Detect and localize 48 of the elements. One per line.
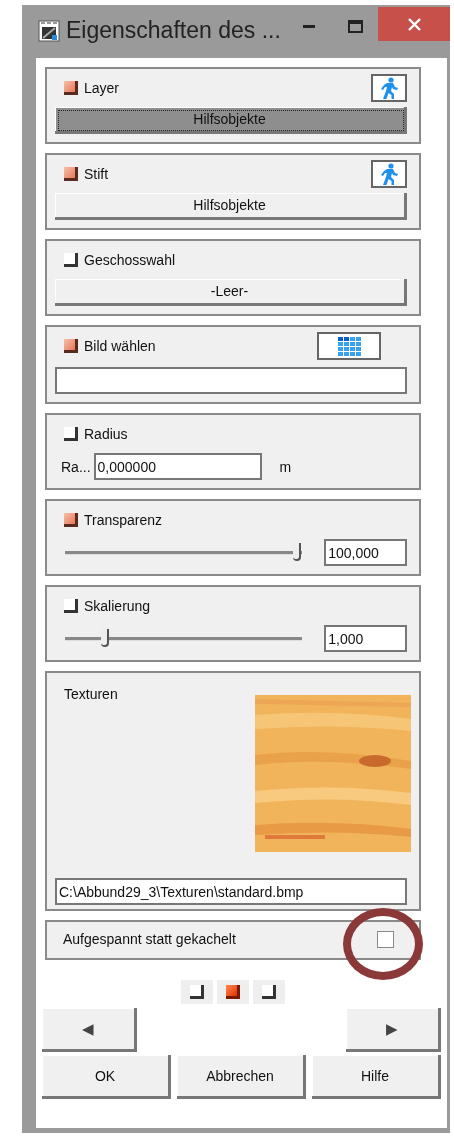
slider[interactable] [65, 542, 303, 563]
field-label: Ra... [61, 458, 91, 475]
window-title: Eigenschaften des ... [66, 16, 282, 44]
page-indicator[interactable] [181, 980, 213, 1004]
icon-button[interactable] [317, 332, 381, 360]
state-indicator[interactable] [64, 81, 78, 95]
section-label: Stift [84, 166, 110, 182]
slider[interactable] [65, 628, 303, 649]
section-label: Texturen [64, 686, 119, 702]
previous-button[interactable]: ◀ [42, 1008, 137, 1052]
page-indicator[interactable] [217, 980, 249, 1004]
dialog-button[interactable]: Hilfe [312, 1055, 441, 1099]
icon-button[interactable] [371, 74, 407, 102]
maximize-icon [347, 19, 363, 33]
section-label: Geschosswahl [84, 252, 177, 268]
close-button[interactable] [378, 7, 450, 41]
icon-button[interactable] [371, 160, 407, 188]
section-label: Bild wählen [84, 338, 157, 354]
input-field[interactable] [55, 367, 407, 394]
input-field[interactable]: 1,000 [324, 625, 407, 652]
app-icon [38, 18, 60, 42]
checkbox[interactable] [377, 930, 394, 948]
input-field[interactable]: C:\Abbund29_3\Texturen\standard.bmp [55, 878, 407, 905]
section-label: Radius [84, 426, 129, 442]
close-icon [407, 17, 421, 31]
dialog-button[interactable]: Abbrechen [177, 1055, 306, 1099]
checkbox-label: Aufgespannt statt gekachelt [63, 931, 237, 947]
state-indicator[interactable] [64, 167, 78, 181]
state-indicator[interactable] [64, 513, 78, 527]
state-indicator[interactable] [64, 339, 78, 353]
section-label: Transparenz [84, 512, 164, 528]
page-indicator[interactable] [253, 980, 285, 1004]
dialog-button[interactable]: OK [42, 1055, 171, 1099]
section-label: Skalierung [84, 598, 152, 614]
select-button[interactable]: -Leer- [55, 279, 407, 306]
section-label: Layer [84, 80, 121, 96]
select-button[interactable]: Hilfsobjekte [55, 107, 407, 134]
next-button[interactable]: ▶ [346, 1008, 441, 1052]
grid-icon [336, 335, 362, 357]
input-field[interactable]: 100,000 [324, 539, 407, 566]
input-field[interactable]: 0,000000 [93, 453, 262, 480]
state-indicator[interactable] [64, 427, 78, 441]
state-indicator[interactable] [64, 599, 78, 613]
unit-label: m [279, 458, 292, 475]
running-figure-icon [379, 77, 399, 99]
select-button[interactable]: Hilfsobjekte [55, 193, 407, 220]
running-figure-icon [379, 163, 399, 185]
state-indicator[interactable] [64, 253, 78, 267]
